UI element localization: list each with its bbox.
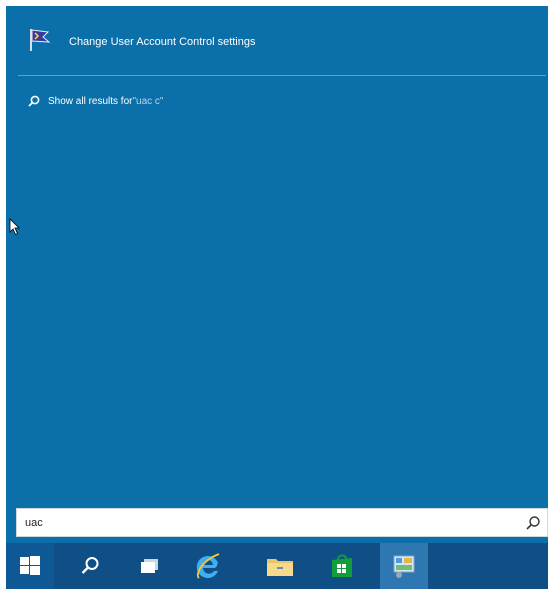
search-box[interactable]	[16, 508, 548, 537]
file-explorer-button[interactable]	[256, 543, 304, 589]
search-input[interactable]	[25, 513, 505, 532]
search-icon	[28, 95, 40, 107]
uac-flag-icon	[30, 29, 51, 51]
results-divider	[18, 75, 546, 76]
taskbar-search-button[interactable]	[66, 543, 114, 589]
task-view-icon	[141, 559, 158, 573]
show-all-prefix: Show all results for	[48, 95, 133, 107]
task-view-button[interactable]	[126, 543, 174, 589]
internet-explorer-icon	[196, 553, 220, 579]
result-label: Change User Account Control settings	[69, 36, 256, 48]
folder-icon	[267, 559, 293, 576]
internet-explorer-button[interactable]	[184, 543, 232, 589]
show-all-query: "uac c"	[132, 95, 164, 107]
store-icon	[332, 554, 352, 577]
control-panel-icon	[393, 555, 415, 578]
search-icon[interactable]	[525, 515, 541, 531]
taskbar	[6, 543, 548, 589]
windows-logo-icon	[20, 556, 40, 575]
result-change-uac-settings[interactable]: Change User Account Control settings	[6, 24, 536, 64]
start-button[interactable]	[6, 543, 54, 589]
windows-search-screen: Change User Account Control settings Sho…	[6, 6, 548, 589]
control-panel-button[interactable]	[380, 543, 428, 589]
store-button[interactable]	[318, 543, 366, 589]
search-icon	[81, 557, 99, 574]
show-all-results-link[interactable]: Show all results for "uac c"	[28, 92, 164, 110]
mouse-cursor-icon	[9, 218, 20, 236]
search-results-panel: Change User Account Control settings Sho…	[6, 6, 548, 543]
